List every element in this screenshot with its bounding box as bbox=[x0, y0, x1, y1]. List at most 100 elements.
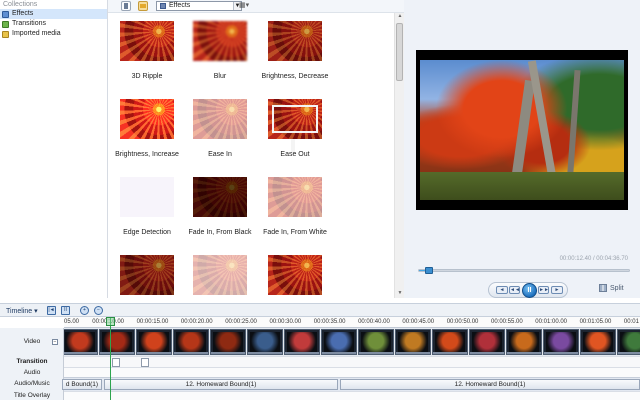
gallery-toolbar: Effects ▼ ▦▾ bbox=[108, 0, 404, 13]
effect-ease-out[interactable]: Ease Out bbox=[256, 99, 334, 159]
effect-ease-in[interactable]: Ease In bbox=[181, 99, 295, 159]
folder-button[interactable] bbox=[138, 1, 148, 11]
effect-label: Edge Detection bbox=[123, 229, 171, 236]
effect-thumbnail bbox=[268, 255, 322, 295]
play-pause-button[interactable]: II bbox=[522, 283, 537, 298]
zoom-in-button[interactable]: + bbox=[80, 306, 89, 315]
clip-thumbnail bbox=[435, 332, 465, 352]
preview-timecode: 00:00:12.40 / 00:04:36.70 bbox=[559, 256, 628, 262]
video-clip[interactable] bbox=[321, 329, 357, 355]
effect-fade-in-from-black[interactable]: Fade In, From Black bbox=[181, 177, 259, 237]
gallery-scrollbar[interactable]: ▲ ▼ bbox=[394, 13, 404, 298]
back-button[interactable] bbox=[121, 1, 131, 11]
scrollbar-thumb[interactable] bbox=[396, 23, 403, 81]
effect-thumbnail bbox=[120, 255, 174, 295]
ruler-tick-label: 00:00:55.00 bbox=[491, 319, 523, 325]
video-clip[interactable] bbox=[580, 329, 616, 355]
video-clip[interactable] bbox=[395, 329, 431, 355]
title-overlay-track[interactable] bbox=[64, 391, 640, 400]
ruler-tick-label: 00:01 bbox=[623, 319, 639, 325]
effect-fade-in-from-white[interactable]: Fade In, From White bbox=[256, 177, 334, 237]
clip-thumbnail bbox=[250, 332, 280, 352]
previous-frame-button[interactable]: ◄ bbox=[496, 286, 508, 294]
effect-thumbnail bbox=[120, 21, 174, 61]
music-clip[interactable]: d Bound(1) bbox=[62, 379, 102, 390]
video-clip[interactable] bbox=[173, 329, 209, 355]
forward-icon: ► bbox=[554, 287, 560, 293]
transition-slot[interactable] bbox=[112, 358, 120, 367]
clip-thumbnail bbox=[509, 332, 539, 352]
clip-thumbnail bbox=[398, 332, 428, 352]
expand-track-icon[interactable]: − bbox=[52, 339, 58, 345]
music-clip[interactable]: 12. Homeward Bound(1) bbox=[104, 379, 338, 390]
effect-brightness-decrease[interactable]: Brightness, Decrease bbox=[256, 21, 334, 81]
video-clip[interactable] bbox=[64, 329, 98, 355]
split-button[interactable]: Split bbox=[599, 284, 624, 292]
video-clip[interactable] bbox=[136, 329, 172, 355]
transition-slot[interactable] bbox=[141, 358, 149, 367]
track-label-audio-music: Audio/Music bbox=[14, 380, 50, 387]
view-options-button[interactable]: ▦▾ bbox=[239, 1, 255, 11]
video-clip[interactable] bbox=[358, 329, 394, 355]
effect-thumbnail bbox=[193, 255, 247, 295]
video-clip[interactable] bbox=[617, 329, 640, 355]
effect-thumbnail bbox=[120, 177, 174, 217]
seek-bar-handle[interactable] bbox=[425, 267, 434, 274]
collection-item-transitions[interactable]: Transitions bbox=[0, 19, 107, 29]
video-clip[interactable] bbox=[99, 329, 135, 355]
audio-music-track[interactable]: d Bound(1) 12. Homeward Bound(1) 12. Hom… bbox=[62, 377, 640, 391]
ruler-tick-label: 05.00 bbox=[64, 319, 80, 325]
collection-item-effects[interactable]: Effects bbox=[0, 9, 107, 19]
effect-item[interactable] bbox=[181, 255, 259, 295]
timeline-ruler[interactable]: 05.0000:00:10.0000:00:15.0000:00:20.0000… bbox=[64, 317, 640, 328]
collections-pane: Collections Effects Transitions Imported… bbox=[0, 0, 108, 298]
seek-bar[interactable] bbox=[418, 267, 630, 274]
next-button[interactable]: ►► bbox=[538, 286, 549, 294]
video-clip[interactable] bbox=[210, 329, 246, 355]
previous-button[interactable]: ◄◄ bbox=[509, 286, 520, 294]
audio-track[interactable] bbox=[64, 367, 640, 377]
clip-thumbnail bbox=[139, 332, 169, 352]
skip-forward-icon: ►► bbox=[539, 287, 549, 293]
ruler-tick-label: 00:00:25.00 bbox=[225, 319, 257, 325]
video-clip[interactable] bbox=[469, 329, 505, 355]
transition-track[interactable] bbox=[64, 356, 640, 367]
rewind-timeline-button[interactable]: |◄ bbox=[47, 306, 56, 315]
video-clip[interactable] bbox=[543, 329, 579, 355]
ruler-tick-label: 00:00:50.00 bbox=[446, 319, 479, 325]
video-clip[interactable] bbox=[432, 329, 468, 355]
effect-thumbnail bbox=[120, 99, 174, 139]
timeline-dropdown[interactable]: Timeline ▾ bbox=[6, 307, 38, 315]
effects-icon bbox=[2, 10, 9, 18]
clip-thumbnail bbox=[361, 332, 391, 352]
effect-brightness-increase[interactable]: Brightness, Increase bbox=[108, 99, 186, 159]
zoom-out-icon: − bbox=[97, 307, 100, 313]
video-track[interactable] bbox=[64, 328, 640, 356]
effect-edge-detection[interactable]: Edge Detection bbox=[108, 177, 186, 237]
music-clip[interactable]: 12. Homeward Bound(1) bbox=[340, 379, 640, 390]
timeline-playhead[interactable] bbox=[106, 317, 115, 400]
video-clip[interactable] bbox=[284, 329, 320, 355]
effect-blur[interactable]: Blur bbox=[181, 21, 259, 81]
view-options-icon: ▦▾ bbox=[239, 2, 250, 9]
effect-item[interactable] bbox=[256, 255, 334, 295]
playhead-handle[interactable] bbox=[106, 317, 115, 326]
effect-label: Ease Out bbox=[280, 151, 310, 158]
effect-label: Brightness, Increase bbox=[115, 151, 179, 158]
ruler-tick-label: 00:01:00.00 bbox=[535, 319, 567, 325]
clip-thumbnail bbox=[583, 332, 613, 352]
collection-item-imported-media[interactable]: Imported media bbox=[0, 29, 107, 39]
clip-thumbnail bbox=[102, 332, 132, 352]
collections-header: Collections bbox=[3, 1, 38, 8]
zoom-out-button[interactable]: − bbox=[94, 306, 103, 315]
next-frame-button[interactable]: ► bbox=[551, 286, 563, 294]
effect-3d-ripple[interactable]: 3D Ripple bbox=[108, 21, 186, 81]
preview-monitor bbox=[416, 50, 628, 210]
pause-timeline-button[interactable]: II bbox=[61, 306, 70, 315]
video-clip[interactable] bbox=[506, 329, 542, 355]
effects-gallery: 3D Ripple Blur Brightness, Decrease Brig… bbox=[108, 13, 394, 298]
video-clip[interactable] bbox=[247, 329, 283, 355]
collection-combo[interactable]: Effects ▼ bbox=[156, 1, 242, 11]
effect-item[interactable] bbox=[108, 255, 186, 295]
clip-thumbnail bbox=[546, 332, 576, 352]
